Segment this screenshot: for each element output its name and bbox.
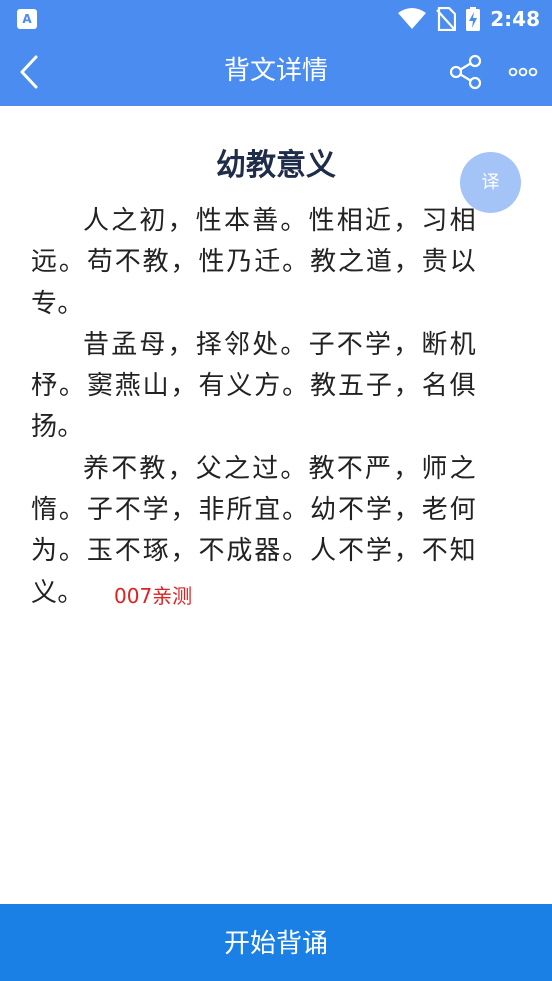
app-notification-icon: A <box>17 9 37 29</box>
article-paragraph: 养不教，父之过。教不严，师之惰。子不学，非所宜。幼不学，老何为。玉不琢，不成器。… <box>31 453 476 608</box>
more-horizontal-icon <box>508 67 538 77</box>
back-button[interactable] <box>10 50 54 94</box>
no-sim-icon <box>436 7 457 31</box>
watermark-text: 007亲测 <box>114 584 193 608</box>
wifi-icon <box>398 8 427 29</box>
status-time: 2:48 <box>490 7 540 31</box>
more-button[interactable] <box>504 54 544 90</box>
status-bar: A 2:48 <box>0 0 552 38</box>
article-content: 幼教意义 译 人之初，性本善。性相近，习相远。苟不教，性乃迁。教之道，贵以专。 … <box>0 106 552 904</box>
chevron-left-icon <box>20 55 38 89</box>
share-icon <box>449 54 482 90</box>
battery-charging-icon <box>466 7 481 31</box>
app-bar: 背文详情 <box>0 38 552 106</box>
article-paragraph: 人之初，性本善。性相近，习相远。苟不教，性乃迁。教之道，贵以专。 <box>31 206 476 319</box>
share-button[interactable] <box>446 52 486 92</box>
article-body: 人之初，性本善。性相近，习相远。苟不教，性乃迁。教之道，贵以专。 昔孟母，择邻处… <box>31 201 476 614</box>
status-icons: 2:48 <box>398 0 540 38</box>
start-recite-button[interactable]: 开始背诵 <box>0 904 552 981</box>
article-paragraph: 昔孟母，择邻处。子不学，断机杼。窦燕山，有义方。教五子，名俱扬。 <box>31 329 476 443</box>
